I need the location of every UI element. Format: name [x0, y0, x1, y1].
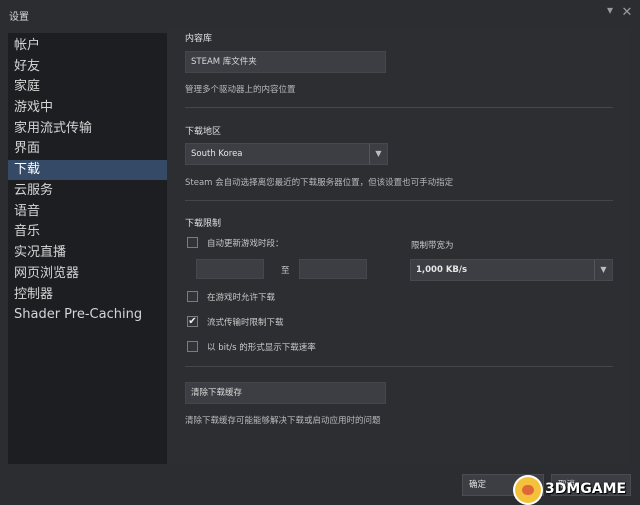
- sidebar-item-home-streaming[interactable]: 家用流式传输: [8, 119, 167, 139]
- download-region-value: South Korea: [191, 149, 243, 159]
- allow-ingame-downloads-checkbox[interactable]: [187, 291, 198, 302]
- display-bits-checkbox[interactable]: [187, 341, 198, 352]
- divider: [185, 200, 613, 201]
- check-icon: ✔: [188, 316, 197, 327]
- sidebar-item-family[interactable]: 家庭: [8, 77, 167, 97]
- sidebar-item-controller[interactable]: 控制器: [8, 285, 167, 305]
- chevron-down-icon: ▼: [369, 144, 387, 164]
- region-description: Steam 会自动选择离您最近的下载服务器位置，但该设置也可手动指定: [185, 178, 454, 188]
- close-icon[interactable]: ✕: [620, 6, 634, 20]
- divider: [185, 366, 613, 367]
- bandwidth-limit-select[interactable]: 1,000 KB/s ▼: [410, 259, 613, 281]
- chevron-down-icon: ▼: [594, 260, 612, 280]
- sidebar-item-music[interactable]: 音乐: [8, 222, 167, 242]
- watermark: 3DMGAME: [515, 477, 640, 503]
- sidebar-item-cloud[interactable]: 云服务: [8, 181, 167, 201]
- minimize-icon[interactable]: ▾: [603, 3, 617, 17]
- sidebar-item-broadcasting[interactable]: 实况直播: [8, 243, 167, 263]
- download-region-select[interactable]: South Korea ▼: [185, 143, 388, 165]
- update-end-time-input[interactable]: [299, 259, 367, 279]
- restrictions-heading: 下载限制: [185, 219, 222, 229]
- downloads-panel: 内容库 STEAM 库文件夹 管理多个驱动器上的内容位置 下载地区 South …: [168, 28, 630, 464]
- clear-download-cache-button[interactable]: 清除下载缓存: [185, 382, 386, 404]
- watermark-logo: [515, 477, 541, 503]
- sidebar-item-account[interactable]: 帐户: [8, 36, 167, 56]
- throttle-while-streaming-label: 流式传输时限制下载: [207, 318, 284, 328]
- bandwidth-limit-value: 1,000 KB/s: [416, 265, 468, 275]
- auto-update-window-checkbox[interactable]: [187, 237, 198, 248]
- sidebar-item-shader-pre-caching[interactable]: Shader Pre-Caching: [8, 305, 167, 325]
- auto-update-window-label: 自动更新游戏时段：: [207, 239, 284, 249]
- window-title: 设置: [9, 12, 29, 23]
- divider: [185, 107, 613, 108]
- time-range-separator: 至: [281, 266, 290, 276]
- sidebar-item-web-browser[interactable]: 网页浏览器: [8, 264, 167, 284]
- sidebar-item-in-game[interactable]: 游戏中: [8, 98, 167, 118]
- sidebar-item-interface[interactable]: 界面: [8, 139, 167, 159]
- sidebar-item-downloads[interactable]: 下载: [8, 160, 167, 180]
- watermark-text: 3DMGAME: [545, 481, 627, 497]
- cache-description: 清除下载缓存可能能够解决下载或启动应用时的问题: [185, 416, 381, 426]
- throttle-while-streaming-checkbox[interactable]: ✔: [187, 316, 198, 327]
- sidebar-item-friends[interactable]: 好友: [8, 57, 167, 77]
- settings-sidebar: 帐户 好友 家庭 游戏中 家用流式传输 界面 下载 云服务 语音 音乐 实况直播…: [8, 33, 167, 464]
- library-description: 管理多个驱动器上的内容位置: [185, 85, 296, 95]
- display-bits-label: 以 bit/s 的形式显示下载速率: [207, 343, 316, 353]
- sidebar-item-voice[interactable]: 语音: [8, 202, 167, 222]
- region-heading: 下载地区: [185, 127, 222, 137]
- title-bar: 设置 ▾ ✕: [0, 0, 640, 28]
- bandwidth-limit-label: 限制带宽为: [411, 241, 454, 251]
- steam-library-folders-button[interactable]: STEAM 库文件夹: [185, 51, 386, 73]
- update-start-time-input[interactable]: [196, 259, 264, 279]
- allow-ingame-downloads-label: 在游戏时允许下载: [207, 293, 276, 303]
- library-heading: 内容库: [185, 34, 213, 44]
